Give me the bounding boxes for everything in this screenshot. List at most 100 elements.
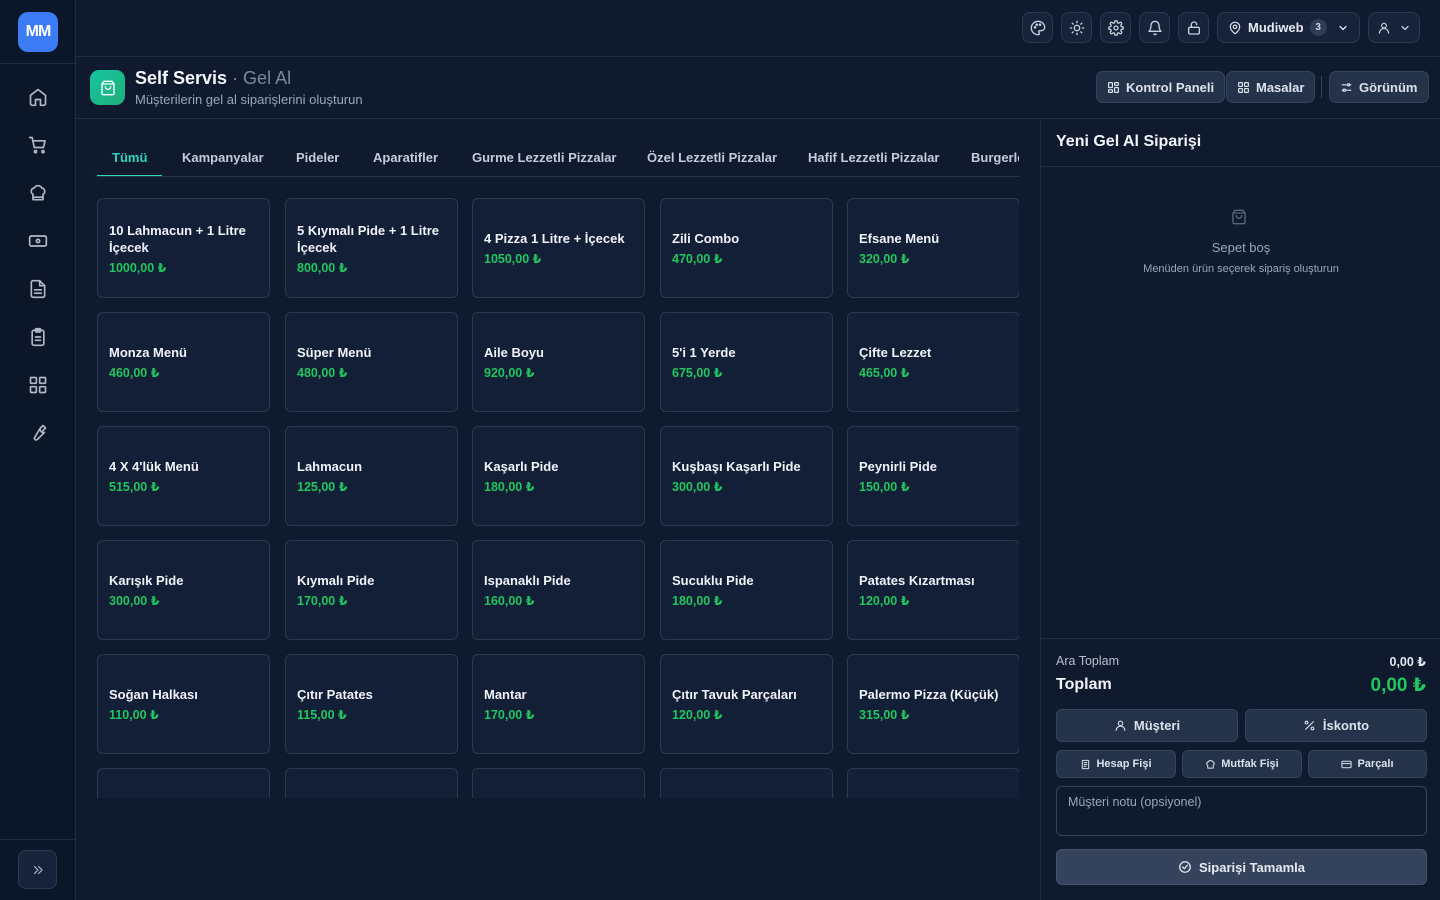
- product-card[interactable]: [472, 768, 645, 798]
- product-price: 170,00 ₺: [297, 594, 348, 608]
- lock-icon: [1186, 20, 1202, 36]
- product-card[interactable]: Peynirli Pide 150,00 ₺: [847, 426, 1019, 526]
- theme-toggle-button[interactable]: [1061, 12, 1092, 43]
- settings-button[interactable]: [1100, 12, 1131, 43]
- product-card[interactable]: Zili Combo 470,00 ₺: [660, 198, 833, 298]
- tab-7[interactable]: Burgerle: [956, 138, 1019, 176]
- product-name: Soğan Halkası: [109, 687, 198, 702]
- product-card[interactable]: Çifte Lezzet 465,00 ₺: [847, 312, 1019, 412]
- product-card[interactable]: Patates Kızartması 120,00 ₺: [847, 540, 1019, 640]
- product-card[interactable]: 5'i 1 Yerde 675,00 ₺: [660, 312, 833, 412]
- product-card[interactable]: Aile Boyu 920,00 ₺: [472, 312, 645, 412]
- tab-1[interactable]: Kampanyalar: [167, 138, 279, 176]
- product-price: 675,00 ₺: [672, 366, 723, 380]
- product-name: 5'i 1 Yerde: [672, 345, 736, 360]
- layout-dashboard-icon: [1107, 81, 1120, 94]
- complete-order-button[interactable]: Siparişi Tamamla: [1056, 849, 1427, 885]
- banknote-icon[interactable]: [23, 226, 53, 256]
- product-card[interactable]: Efsane Menü 320,00 ₺: [847, 198, 1019, 298]
- product-card[interactable]: 4 Pizza 1 Litre + İçecek 1050,00 ₺: [472, 198, 645, 298]
- view-button[interactable]: Görünüm: [1329, 71, 1429, 103]
- product-price: 120,00 ₺: [672, 708, 723, 722]
- product-name: 4 Pizza 1 Litre + İçecek: [484, 231, 625, 246]
- product-price: 125,00 ₺: [297, 480, 348, 494]
- product-card[interactable]: Kuşbaşı Kaşarlı Pide 300,00 ₺: [660, 426, 833, 526]
- order-panel: Yeni Gel Al Siparişi Sepet boş Menüden ü…: [1040, 120, 1440, 900]
- product-card[interactable]: 10 Lahmacun + 1 Litre İçecek 1000,00 ₺: [97, 198, 270, 298]
- product-card[interactable]: Çıtır Tavuk Parçaları 120,00 ₺: [660, 654, 833, 754]
- tables-label: Masalar: [1256, 79, 1305, 95]
- sidebar: MM: [0, 0, 76, 900]
- tab-4[interactable]: Gurme Lezzetli Pizzalar: [457, 138, 632, 176]
- customer-note-input[interactable]: Müşteri notu (opsiyonel): [1056, 786, 1427, 836]
- product-name: Patates Kızartması: [859, 573, 975, 588]
- product-card[interactable]: Palermo Pizza (Küçük) 315,00 ₺: [847, 654, 1019, 754]
- sidebar-bottom-divider: [0, 839, 76, 840]
- product-name: Monza Menü: [109, 345, 187, 360]
- product-price: 160,00 ₺: [484, 594, 535, 608]
- product-price: 180,00 ₺: [672, 594, 723, 608]
- tab-2[interactable]: Pideler: [281, 138, 354, 176]
- product-name: Karışık Pide: [109, 573, 184, 588]
- chevrons-right-icon: [31, 863, 45, 877]
- tab-6[interactable]: Hafif Lezzetli Pizzalar: [793, 138, 954, 176]
- product-name: Çıtır Patates: [297, 687, 373, 702]
- product-card[interactable]: [660, 768, 833, 798]
- discount-button[interactable]: İskonto: [1245, 709, 1427, 742]
- product-card[interactable]: Mantar 170,00 ₺: [472, 654, 645, 754]
- product-name: 10 Lahmacun + 1 Litre İçecek: [109, 222, 246, 255]
- grid-icon[interactable]: [23, 370, 53, 400]
- product-card[interactable]: Kıymalı Pide 170,00 ₺: [285, 540, 458, 640]
- product-card[interactable]: Kaşarlı Pide 180,00 ₺: [472, 426, 645, 526]
- product-grid: 10 Lahmacun + 1 Litre İçecek 1000,00 ₺ 5 K…: [97, 198, 1019, 798]
- empty-cart-title: Sepet boş: [1211, 240, 1271, 255]
- wrench-icon[interactable]: [23, 418, 53, 448]
- subtotal-value: 0,00 ₺: [1389, 655, 1427, 669]
- chef-hat-icon: [1205, 759, 1216, 770]
- bill-receipt-button[interactable]: Hesap Fişi: [1056, 750, 1176, 778]
- product-card[interactable]: 4 X 4'lük Menü 515,00 ₺: [97, 426, 270, 526]
- product-name: Zili Combo: [672, 231, 740, 246]
- app-logo[interactable]: MM: [18, 12, 58, 52]
- dashboard-button[interactable]: Kontrol Paneli: [1096, 71, 1226, 103]
- sidebar-expand-button[interactable]: [18, 850, 57, 889]
- tab-3[interactable]: Aparatifler: [358, 138, 453, 176]
- user-menu-button[interactable]: [1368, 12, 1420, 43]
- tables-button[interactable]: Masalar: [1226, 71, 1316, 103]
- product-price: 515,00 ₺: [109, 480, 160, 494]
- product-card[interactable]: Lahmacun 125,00 ₺: [285, 426, 458, 526]
- customer-button[interactable]: Müşteri: [1056, 709, 1238, 742]
- tab-0[interactable]: Tümü: [97, 138, 163, 176]
- product-price: 115,00 ₺: [297, 708, 347, 722]
- product-card[interactable]: [285, 768, 458, 798]
- clipboard-icon[interactable]: [23, 322, 53, 352]
- product-card[interactable]: Karışık Pide 300,00 ₺: [97, 540, 270, 640]
- product-card[interactable]: 5 Kıymalı Pide + 1 Litre İçecek 800,00 ₺: [285, 198, 458, 298]
- category-tabs: Tümü Kampanyalar Pideler Aparatifler Gurme L…: [97, 138, 1019, 177]
- home-icon[interactable]: [23, 82, 53, 112]
- product-card[interactable]: Süper Menü 480,00 ₺: [285, 312, 458, 412]
- product-card[interactable]: Soğan Halkası 110,00 ₺: [97, 654, 270, 754]
- branch-selector[interactable]: Mudiweb 3: [1217, 12, 1360, 43]
- product-name: Süper Menü: [297, 345, 372, 360]
- dashboard-label: Kontrol Paneli: [1126, 79, 1215, 95]
- product-card[interactable]: Çıtır Patates 115,00 ₺: [285, 654, 458, 754]
- product-card[interactable]: Ispanaklı Pide 160,00 ₺: [472, 540, 645, 640]
- product-price: 110,00 ₺: [109, 708, 159, 722]
- document-icon[interactable]: [23, 274, 53, 304]
- split-payment-button[interactable]: Parçalı: [1308, 750, 1427, 778]
- cart-icon[interactable]: [23, 130, 53, 160]
- product-card[interactable]: Monza Menü 460,00 ₺: [97, 312, 270, 412]
- lock-button[interactable]: [1178, 12, 1209, 43]
- grid-icon: [1237, 81, 1250, 94]
- kitchen-receipt-button[interactable]: Mutfak Fişi: [1182, 750, 1302, 778]
- product-card[interactable]: [847, 768, 1019, 798]
- complete-order-label: Siparişi Tamamla: [1199, 859, 1305, 875]
- page-title: Self Servis · Gel Al: [135, 68, 291, 89]
- product-card[interactable]: [97, 768, 270, 798]
- tab-5[interactable]: Özel Lezzetli Pizzalar: [632, 138, 792, 176]
- palette-button[interactable]: [1022, 12, 1053, 43]
- notifications-button[interactable]: [1139, 12, 1170, 43]
- product-card[interactable]: Sucuklu Pide 180,00 ₺: [660, 540, 833, 640]
- chef-hat-icon[interactable]: [23, 178, 53, 208]
